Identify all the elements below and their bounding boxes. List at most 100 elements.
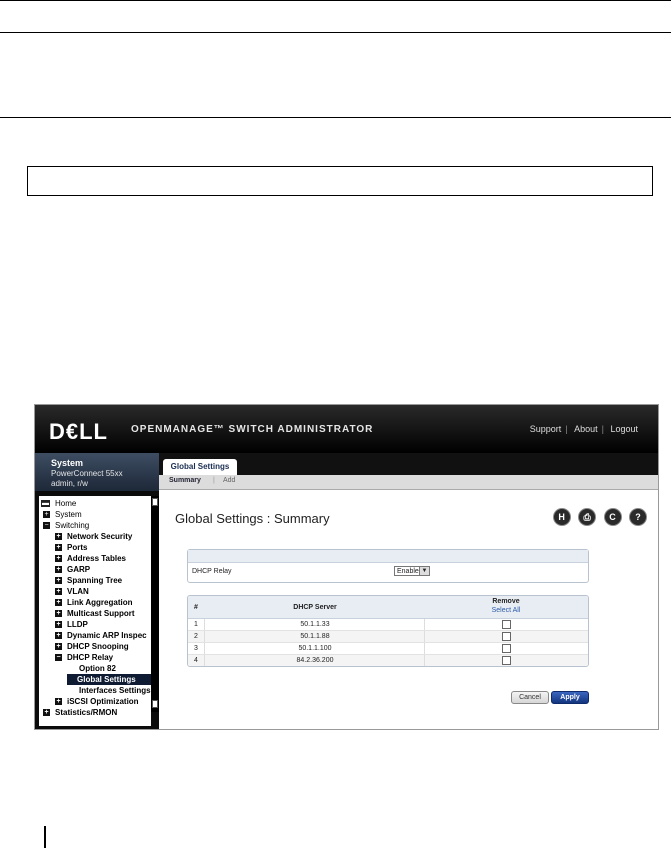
- dhcp-relay-select[interactable]: Enable ▼: [394, 566, 430, 576]
- remove-checkbox[interactable]: [502, 656, 511, 665]
- doc-top-rule: [0, 0, 671, 1]
- app-header: D€LL OPENMANAGE™ SWITCH ADMINISTRATOR Su…: [35, 405, 658, 453]
- tree-item-dhcp-relay[interactable]: − DHCP Relay: [55, 652, 113, 663]
- tree-item-option-82[interactable]: Option 82: [79, 663, 116, 674]
- logout-link[interactable]: Logout: [608, 424, 640, 434]
- scroll-down-handle[interactable]: [152, 700, 158, 708]
- doc-footer-bar: [44, 826, 46, 848]
- folder-icon: ▬: [41, 500, 50, 508]
- help-icon[interactable]: ?: [630, 509, 646, 525]
- server-ip: 50.1.1.33: [300, 621, 330, 628]
- server-ip: 50.1.1.100: [298, 645, 332, 652]
- subtab-bar: Summary | Add: [159, 475, 658, 490]
- tree-item-lldp[interactable]: + LLDP: [55, 619, 88, 630]
- tab-strip: Global Settings: [159, 453, 658, 475]
- header-links: Support | About | Logout: [528, 424, 640, 434]
- user-info: admin, r/w: [51, 479, 88, 488]
- table-row: 4 84.2.36.200: [188, 655, 588, 666]
- expand-icon[interactable]: +: [43, 511, 50, 519]
- row-number: 1: [194, 621, 198, 628]
- server-ip: 84.2.36.200: [296, 657, 334, 664]
- tab-global-settings[interactable]: Global Settings: [163, 459, 237, 475]
- col-remove: Remove: [492, 598, 520, 605]
- dhcp-relay-panel: DHCP Relay Enable ▼: [187, 549, 589, 583]
- table-row: 1 50.1.1.33: [188, 619, 588, 631]
- tree-item-dynamic-arp[interactable]: + Dynamic ARP Inspec: [55, 630, 147, 641]
- doc-rule-3: [0, 117, 671, 118]
- main-panel: Global Settings Summary | Add Global Set…: [159, 453, 658, 729]
- save-icon[interactable]: H: [553, 509, 570, 525]
- col-dhcp-server: DHCP Server: [293, 604, 337, 611]
- tree-scrollbar[interactable]: [151, 496, 159, 712]
- device-name: PowerConnect 55xx: [51, 469, 123, 478]
- app-screenshot: D€LL OPENMANAGE™ SWITCH ADMINISTRATOR Su…: [34, 404, 659, 730]
- table-row: 3 50.1.1.100: [188, 643, 588, 655]
- dhcp-relay-value: Enable: [397, 568, 419, 575]
- collapse-icon[interactable]: −: [43, 522, 50, 530]
- apply-button[interactable]: Apply: [551, 691, 589, 704]
- tree-item-dhcp-snooping[interactable]: + DHCP Snooping: [55, 641, 129, 652]
- tree-item-switching[interactable]: − Switching: [43, 520, 89, 531]
- tree-item-address-tables[interactable]: + Address Tables: [55, 553, 126, 564]
- expand-icon[interactable]: +: [55, 577, 62, 585]
- row-number: 3: [194, 645, 198, 652]
- tree-item-multicast-support[interactable]: + Multicast Support: [55, 608, 135, 619]
- cancel-button[interactable]: Cancel: [511, 691, 549, 704]
- tree-item-interfaces-settings[interactable]: Interfaces Settings: [79, 685, 151, 696]
- toolbar-icons: H ⎙ C ?: [549, 507, 646, 525]
- support-link[interactable]: Support: [528, 424, 564, 434]
- server-ip: 50.1.1.88: [300, 633, 330, 640]
- col-number: #: [194, 604, 198, 611]
- app-title: OPENMANAGE™ SWITCH ADMINISTRATOR: [131, 424, 374, 435]
- expand-icon[interactable]: +: [55, 621, 62, 629]
- doc-note-box: [27, 166, 653, 196]
- sidebar: System PowerConnect 55xx admin, r/w ▬ Hom…: [35, 453, 159, 729]
- sidebar-title: System: [51, 458, 84, 468]
- subtab-add[interactable]: Add: [223, 477, 235, 484]
- subtab-summary[interactable]: Summary: [169, 477, 201, 484]
- expand-icon[interactable]: +: [55, 610, 62, 618]
- expand-icon[interactable]: +: [55, 698, 62, 706]
- table-row: 2 50.1.1.88: [188, 631, 588, 643]
- tree-item-home[interactable]: ▬ Home: [41, 498, 76, 509]
- remove-checkbox[interactable]: [502, 632, 511, 641]
- expand-icon[interactable]: +: [55, 555, 62, 563]
- refresh-icon[interactable]: C: [604, 509, 621, 525]
- expand-icon[interactable]: +: [55, 544, 62, 552]
- tree-item-link-aggregation[interactable]: + Link Aggregation: [55, 597, 132, 608]
- subtab-divider: |: [213, 477, 215, 484]
- table-header: # DHCP Server Remove Select All: [188, 596, 588, 619]
- dhcp-relay-label: DHCP Relay: [192, 568, 232, 575]
- tree-item-global-settings[interactable]: Global Settings: [67, 674, 151, 685]
- sidebar-header: System PowerConnect 55xx admin, r/w: [35, 453, 159, 491]
- expand-icon[interactable]: +: [55, 566, 62, 574]
- expand-icon[interactable]: +: [55, 588, 62, 596]
- row-number: 4: [194, 657, 198, 664]
- dropdown-arrow-icon[interactable]: ▼: [419, 567, 429, 575]
- tree-item-statistics-rmon[interactable]: + Statistics/RMON: [43, 707, 117, 718]
- about-link[interactable]: About: [572, 424, 600, 434]
- tree-item-iscsi-optimization[interactable]: + iSCSI Optimization: [55, 696, 139, 707]
- expand-icon[interactable]: +: [43, 709, 50, 717]
- expand-icon[interactable]: +: [55, 632, 62, 640]
- nav-tree: ▬ Home + System − Switching + Network Securi…: [39, 496, 151, 726]
- tree-item-spanning-tree[interactable]: + Spanning Tree: [55, 575, 122, 586]
- dell-logo: D€LL: [49, 419, 108, 444]
- tree-item-ports[interactable]: + Ports: [55, 542, 87, 553]
- select-all-link[interactable]: Select All: [424, 607, 588, 614]
- remove-checkbox[interactable]: [502, 644, 511, 653]
- expand-icon[interactable]: +: [55, 599, 62, 607]
- dhcp-server-table: # DHCP Server Remove Select All 1 50.1.1…: [187, 595, 589, 667]
- expand-icon[interactable]: +: [55, 533, 62, 541]
- print-icon[interactable]: ⎙: [579, 509, 596, 525]
- tree-item-garp[interactable]: + GARP: [55, 564, 90, 575]
- remove-checkbox[interactable]: [502, 620, 511, 629]
- panel-header-bar: [188, 550, 588, 563]
- page-title: Global Settings : Summary: [175, 511, 330, 526]
- collapse-icon[interactable]: −: [55, 654, 62, 662]
- tree-item-vlan[interactable]: + VLAN: [55, 586, 89, 597]
- scroll-up-handle[interactable]: [152, 498, 158, 506]
- expand-icon[interactable]: +: [55, 643, 62, 651]
- tree-item-system[interactable]: + System: [43, 509, 82, 520]
- tree-item-network-security[interactable]: + Network Security: [55, 531, 132, 542]
